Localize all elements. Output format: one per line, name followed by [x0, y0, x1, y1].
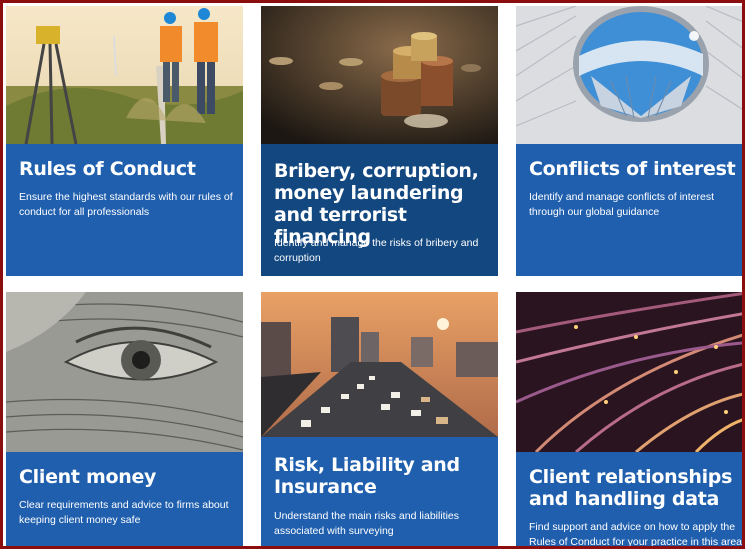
- fiber-optics-image: [516, 292, 742, 452]
- card-title: Bribery, corruption, money laundering an…: [274, 160, 479, 248]
- card-conflicts-of-interest[interactable]: Conflicts of interest Identify and manag…: [516, 6, 742, 276]
- card-description: Find support and advice on how to apply …: [529, 521, 743, 548]
- card-panel: Conflicts of interest Identify and manag…: [516, 144, 742, 276]
- card-title: Client money: [19, 466, 157, 488]
- card-panel: Client money Clear requirements and advi…: [6, 452, 243, 546]
- highway-city-image: [261, 292, 498, 437]
- surveyors-image: [6, 6, 243, 144]
- card-title: Risk, Liability and Insurance: [274, 454, 460, 498]
- coins-image: [261, 6, 498, 144]
- building-atrium-image: [516, 6, 742, 144]
- card-description: Ensure the highest standards with our ru…: [19, 191, 233, 218]
- card-panel: Client relationships and handling data F…: [516, 452, 743, 548]
- card-title: Client relationships and handling data: [529, 466, 733, 510]
- card-description: Clear requirements and advice to firms a…: [19, 499, 229, 526]
- card-risk-liability-insurance[interactable]: Risk, Liability and Insurance Understand…: [261, 292, 498, 546]
- banknote-eye-image: [6, 292, 243, 452]
- card-bribery-corruption[interactable]: Bribery, corruption, money laundering an…: [261, 6, 498, 276]
- card-rules-of-conduct[interactable]: Rules of Conduct Ensure the highest stan…: [6, 6, 243, 276]
- card-panel: Risk, Liability and Insurance Understand…: [261, 437, 498, 546]
- card-title: Conflicts of interest: [529, 158, 736, 180]
- card-panel: Rules of Conduct Ensure the highest stan…: [6, 144, 243, 276]
- card-description: Understand the main risks and liabilitie…: [274, 510, 460, 537]
- card-client-relationships[interactable]: Client relationships and handling data F…: [516, 292, 743, 548]
- card-title: Rules of Conduct: [19, 158, 196, 180]
- page: Rules of Conduct Ensure the highest stan…: [0, 0, 745, 549]
- card-client-money[interactable]: Client money Clear requirements and advi…: [6, 292, 243, 546]
- card-panel: Bribery, corruption, money laundering an…: [261, 144, 498, 276]
- card-description: Identify and manage the risks of bribery…: [274, 237, 479, 264]
- card-description: Identify and manage conflicts of interes…: [529, 191, 715, 218]
